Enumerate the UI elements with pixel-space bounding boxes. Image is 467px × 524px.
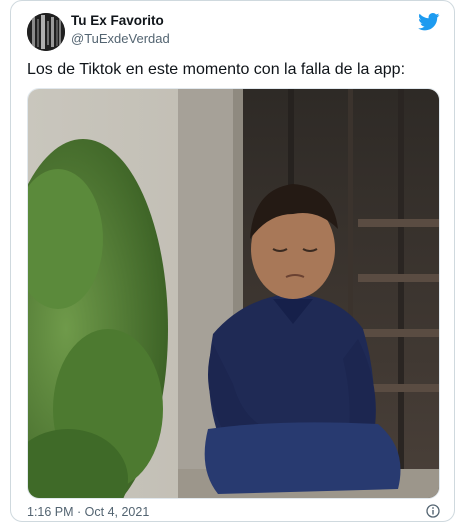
tweet-timestamp[interactable]: 1:16 PM · Oct 4, 2021: [27, 505, 149, 519]
info-icon[interactable]: [426, 504, 440, 518]
twitter-bird-icon[interactable]: [418, 13, 440, 31]
user-handle[interactable]: @TuExdeVerdad: [71, 31, 170, 46]
tweet-text: Los de Tiktok en este momento con la fal…: [27, 61, 406, 78]
display-name[interactable]: Tu Ex Favorito: [71, 13, 164, 28]
tweet-photo[interactable]: [27, 88, 440, 499]
avatar[interactable]: [27, 13, 65, 51]
tweet-card: Tu Ex Favorito @TuExdeVerdad Los de Tikt…: [10, 0, 455, 522]
